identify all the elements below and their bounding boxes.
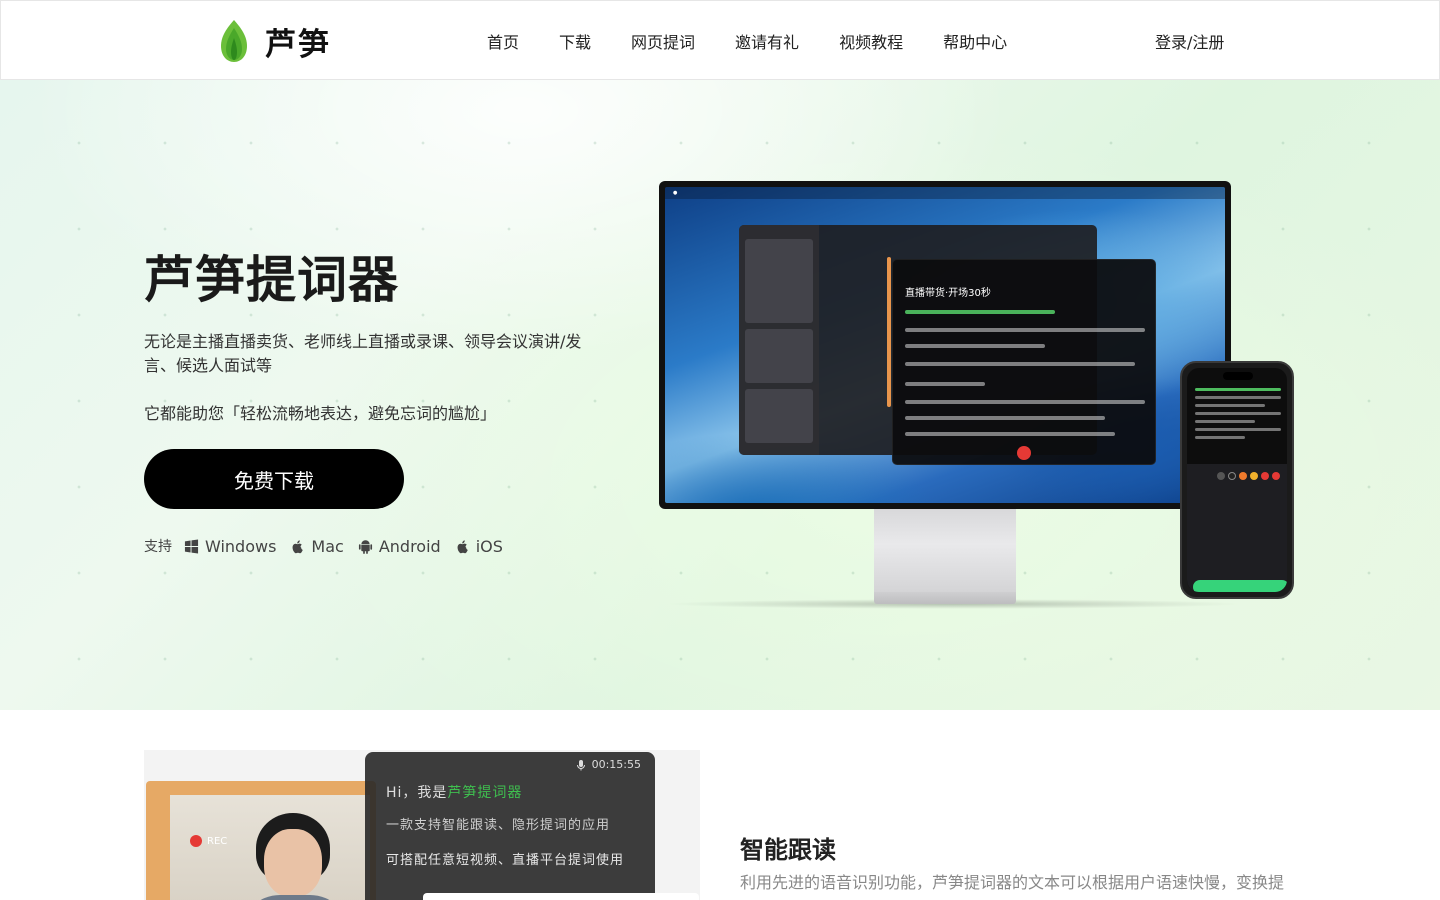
apple-menu-icon: ● xyxy=(673,190,678,196)
windows-icon xyxy=(184,538,199,554)
free-download-button[interactable]: 免费下载 xyxy=(144,449,404,509)
hero-section: 芦笋提词器 无论是主播直播卖货、老师线上直播或录课、领导会议演讲/发言、候选人面… xyxy=(0,80,1440,710)
person-body xyxy=(240,895,350,900)
overlay-line-2: 一款支持智能跟读、隐形提词的应用 xyxy=(386,818,611,833)
phone-screen xyxy=(1187,368,1287,592)
text-line xyxy=(905,362,1135,366)
platform-name: iOS xyxy=(475,536,503,556)
feature-title: 智能跟读 xyxy=(740,836,836,864)
text-line xyxy=(905,328,1145,332)
leaf-logo-icon xyxy=(221,20,247,62)
mac-menubar: ● xyxy=(665,187,1225,199)
platform-android: Android xyxy=(358,537,441,556)
greeting-text: Hi，我是 xyxy=(386,785,448,801)
recording-indicator: REC xyxy=(190,835,227,847)
camera-background xyxy=(170,795,370,900)
record-button-icon xyxy=(1017,446,1031,460)
phone-notch xyxy=(1223,372,1253,380)
platform-dot-icon xyxy=(1272,472,1280,480)
text-line xyxy=(1195,420,1255,423)
text-line xyxy=(1195,388,1281,391)
overlay-line-1: Hi，我是芦笋提词器 xyxy=(386,782,522,802)
monitor-mockup: ● 直播带货·开场30秒 xyxy=(659,181,1231,509)
text-line xyxy=(1195,412,1281,415)
overlay-line-3: 可搭配任意短视频、直播平台提词使用 xyxy=(386,853,625,868)
apple-icon xyxy=(457,539,468,553)
site-header: 芦笋 首页 下载 网页提词 邀请有礼 视频教程 帮助中心 登录/注册 xyxy=(0,0,1440,80)
nav-web-prompter[interactable]: 网页提词 xyxy=(631,29,695,53)
text-line xyxy=(905,416,1105,420)
text-line xyxy=(905,432,1115,436)
text-line xyxy=(1195,404,1265,407)
overlay-control-bar xyxy=(423,893,699,900)
text-line xyxy=(905,310,1055,314)
camera-preview: REC xyxy=(146,781,376,900)
teleprompter-title: 直播带货·开场30秒 xyxy=(905,288,991,299)
sidebar-block xyxy=(745,389,813,443)
brand-highlight: 芦笋提词器 xyxy=(447,785,523,801)
nav-help-center[interactable]: 帮助中心 xyxy=(943,29,1007,53)
text-line xyxy=(1195,436,1245,439)
login-register-link[interactable]: 登录/注册 xyxy=(1155,29,1224,53)
platform-dot-icon xyxy=(1228,472,1236,480)
text-line xyxy=(1195,428,1281,431)
brand-name: 芦笋 xyxy=(265,26,331,63)
phone-start-button xyxy=(1193,580,1287,592)
orange-accent xyxy=(887,257,891,407)
text-line xyxy=(905,400,1145,404)
hero-title: 芦笋提词器 xyxy=(144,251,399,309)
hero-description: 无论是主播直播卖货、老师线上直播或录课、领导会议演讲/发言、候选人面试等 xyxy=(144,332,582,375)
platform-mac: Mac xyxy=(290,536,344,556)
logo[interactable]: 芦笋 xyxy=(217,18,331,64)
nav-download[interactable]: 下载 xyxy=(559,29,591,53)
person-face xyxy=(264,829,322,897)
teleprompter-window-mockup: 直播带货·开场30秒 xyxy=(892,259,1156,465)
hero-tagline: 它都能助您「轻松流畅地表达，避免忘词的尴尬」 xyxy=(144,404,497,423)
app-sidebar-mockup xyxy=(739,225,819,455)
main-nav: 首页 下载 网页提词 邀请有礼 视频教程 帮助中心 xyxy=(487,29,1007,53)
platform-dot-icon xyxy=(1250,472,1258,480)
apple-icon xyxy=(292,539,304,553)
platform-windows: Windows xyxy=(184,537,276,556)
android-icon xyxy=(358,539,372,554)
monitor-stand xyxy=(874,509,1016,597)
teleprompter-overlay: 00:15:55 Hi，我是芦笋提词器 一款支持智能跟读、隐形提词的应用 可搭配… xyxy=(365,752,699,900)
timer-value: 00:15:55 xyxy=(591,758,641,771)
nav-invite[interactable]: 邀请有礼 xyxy=(735,29,799,53)
text-line xyxy=(905,344,1045,348)
nav-video-tutorials[interactable]: 视频教程 xyxy=(839,29,903,53)
supported-platforms: 支持 Windows Mac Android iOS xyxy=(144,536,517,556)
feature-demo-image: REC 00:15:55 Hi，我是芦笋提词器 一款支持智能跟读、隐形提词的应用… xyxy=(144,750,700,900)
platform-name: Mac xyxy=(311,536,344,556)
platform-name: Windows xyxy=(205,536,277,556)
microphone-icon xyxy=(576,759,585,770)
desktop-screen: ● 直播带货·开场30秒 xyxy=(665,187,1225,503)
platform-dot-icon xyxy=(1239,472,1247,480)
timer: 00:15:55 xyxy=(575,758,641,771)
sidebar-block xyxy=(745,239,813,323)
nav-home[interactable]: 首页 xyxy=(487,29,519,53)
record-dot-icon xyxy=(190,835,202,847)
monitor-stand-base xyxy=(874,592,1016,604)
text-line xyxy=(1195,396,1281,399)
support-label: 支持 xyxy=(144,539,172,555)
rec-label: REC xyxy=(207,835,228,847)
text-line xyxy=(905,382,985,386)
sidebar-block xyxy=(745,329,813,383)
phone-mockup xyxy=(1180,361,1294,599)
platform-name: Android xyxy=(378,536,441,556)
platform-icons-row xyxy=(1217,472,1280,480)
platform-ios: iOS xyxy=(455,537,503,556)
phone-settings-panel xyxy=(1187,464,1287,592)
platform-dot-icon xyxy=(1261,472,1269,480)
platform-dot-icon xyxy=(1217,472,1225,480)
feature-description: 利用先进的语音识别功能，芦笋提词器的文本可以根据用户语速快慢，变换提词器滚动速度… xyxy=(740,873,1285,900)
